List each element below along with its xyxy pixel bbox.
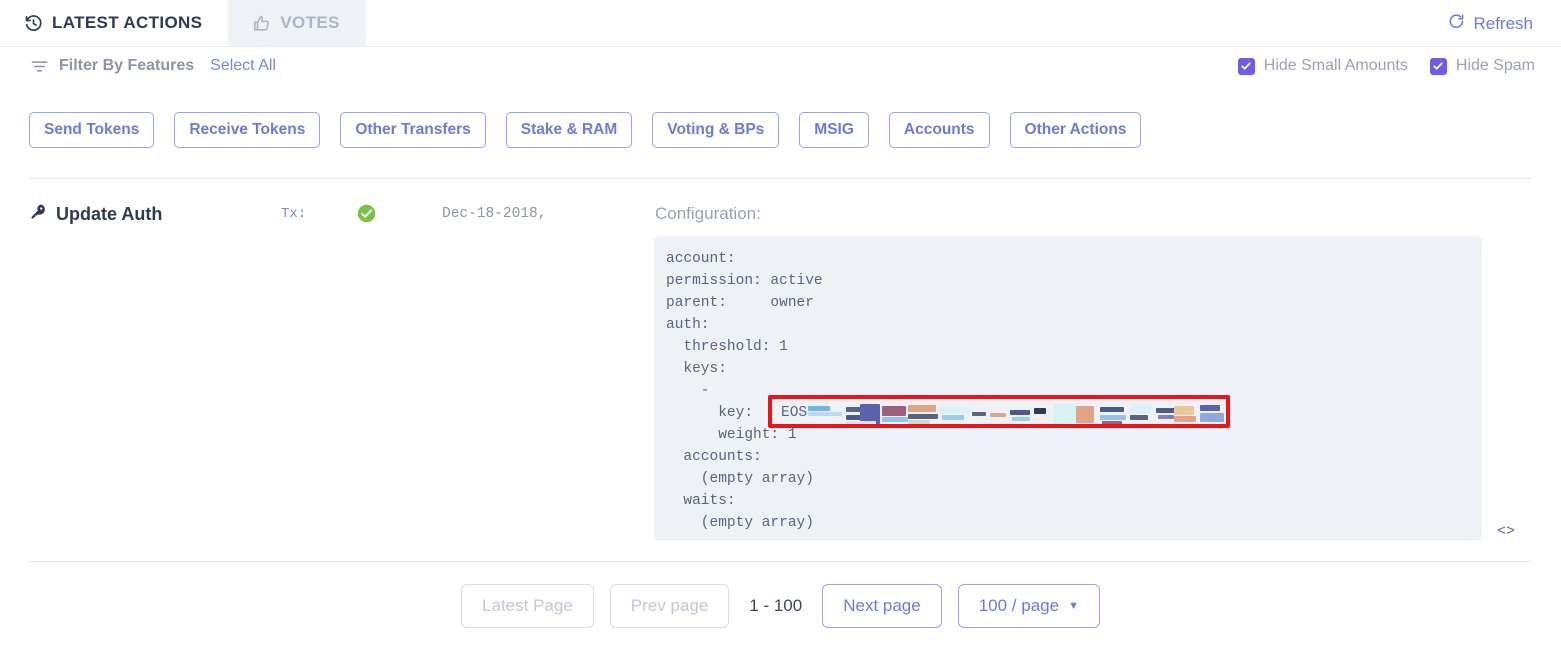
checkmark-icon (1429, 57, 1447, 75)
page-size-select[interactable]: 100 / page ▼ (957, 584, 1100, 628)
latest-actions-page: LATEST ACTIONS VOTES Refresh Filter By F… (0, 0, 1561, 645)
divider-top (29, 178, 1532, 179)
chip-accounts[interactable]: Accounts (888, 112, 990, 148)
action-title: Update Auth (30, 203, 162, 225)
tab-bar: LATEST ACTIONS VOTES Refresh (0, 0, 1561, 47)
chevron-down-icon: ▼ (1068, 599, 1079, 612)
checkmark-icon (1237, 57, 1255, 75)
tab-votes[interactable]: VOTES (228, 0, 366, 46)
chip-other-transfers[interactable]: Other Transfers (340, 112, 486, 148)
redaction-block (908, 420, 930, 424)
select-all-link[interactable]: Select All (210, 57, 276, 75)
redaction-block (908, 414, 938, 419)
redaction-block (1158, 415, 1174, 419)
redaction-block (940, 406, 970, 414)
redaction-block (1034, 417, 1050, 421)
tab-latest-actions-label: LATEST ACTIONS (52, 13, 203, 32)
redaction-block (1100, 415, 1126, 420)
filter-icon[interactable] (30, 57, 49, 76)
redaction-block (1076, 406, 1094, 423)
redaction-block (1200, 405, 1220, 411)
filter-checkboxes: Hide Small Amounts Hide Spam (1237, 47, 1535, 85)
redaction-blocks: EOS (772, 399, 1226, 424)
configuration-panel: account: permission: active parent: owne… (654, 236, 1482, 541)
redaction-block (972, 412, 986, 416)
chip-send-tokens[interactable]: Send Tokens (29, 112, 155, 148)
redaction-block (1100, 407, 1124, 412)
refresh-label: Refresh (1473, 13, 1533, 33)
code-view-toggle-icon[interactable]: <> (1497, 523, 1515, 540)
redaction-block (882, 417, 908, 422)
key-prefix-label: EOS (781, 405, 808, 421)
success-check-icon (357, 204, 376, 227)
redaction-block (1054, 404, 1076, 424)
hide-small-amounts-label: Hide Small Amounts (1263, 57, 1408, 74)
pagination: Latest Page Prev page 1 - 100 Next page … (0, 584, 1561, 628)
redaction-block (1156, 408, 1176, 413)
tx-label: Tx: (281, 206, 307, 222)
tx-value (306, 207, 364, 219)
hide-spam-label: Hide Spam (1455, 57, 1535, 74)
redaction-block (1130, 415, 1148, 420)
status-badge (357, 204, 376, 228)
latest-page-button[interactable]: Latest Page (461, 584, 594, 628)
redaction-block (1034, 408, 1046, 414)
redaction-block (1102, 421, 1122, 424)
redaction-block (990, 413, 1006, 417)
redaction-block (1130, 405, 1152, 413)
feature-filter-chips: Send Tokens Receive Tokens Other Transfe… (29, 112, 1142, 148)
redaction-block (942, 415, 964, 420)
transaction-id[interactable]: Tx: (281, 206, 364, 222)
redacted-public-key: EOS (768, 395, 1230, 428)
redaction-block (1174, 416, 1196, 422)
redaction-block (1012, 417, 1030, 421)
refresh-button[interactable]: Refresh (1448, 0, 1533, 47)
action-title-label: Update Auth (56, 203, 163, 224)
chip-msig[interactable]: MSIG (799, 112, 869, 148)
chip-voting-and-bps[interactable]: Voting & BPs (652, 112, 780, 148)
redaction-block (808, 412, 842, 416)
redaction-block (1010, 410, 1030, 415)
checkbox-hide-spam[interactable]: Hide Spam (1429, 57, 1535, 75)
refresh-icon (1448, 13, 1465, 35)
key-icon (30, 203, 47, 225)
divider-bottom (29, 561, 1532, 562)
redaction-block (1200, 413, 1224, 422)
next-page-button[interactable]: Next page (822, 584, 942, 628)
redaction-block (846, 421, 876, 424)
action-date: Dec-18-2018, (442, 206, 547, 222)
configuration-label: Configuration: (655, 204, 761, 223)
filter-by-features-label: Filter By Features (59, 57, 195, 74)
page-size-label: 100 / page (978, 596, 1060, 615)
redaction-block (908, 405, 936, 412)
chip-receive-tokens[interactable]: Receive Tokens (174, 112, 321, 148)
redaction-block (1174, 406, 1194, 415)
history-icon (24, 14, 43, 33)
prev-page-button[interactable]: Prev page (609, 584, 730, 628)
thumbs-up-icon (252, 14, 271, 33)
filter-row: Filter By Features Select All Hide Small… (0, 47, 1561, 85)
page-range-label: 1 - 100 (749, 596, 803, 615)
chip-stake-and-ram[interactable]: Stake & RAM (505, 112, 633, 148)
checkbox-hide-small-amounts[interactable]: Hide Small Amounts (1237, 57, 1408, 75)
redaction-block (882, 406, 906, 416)
tab-latest-actions[interactable]: LATEST ACTIONS (0, 0, 229, 46)
chip-other-actions[interactable]: Other Actions (1009, 112, 1142, 148)
redaction-block (808, 406, 830, 411)
tab-votes-label: VOTES (280, 13, 340, 32)
